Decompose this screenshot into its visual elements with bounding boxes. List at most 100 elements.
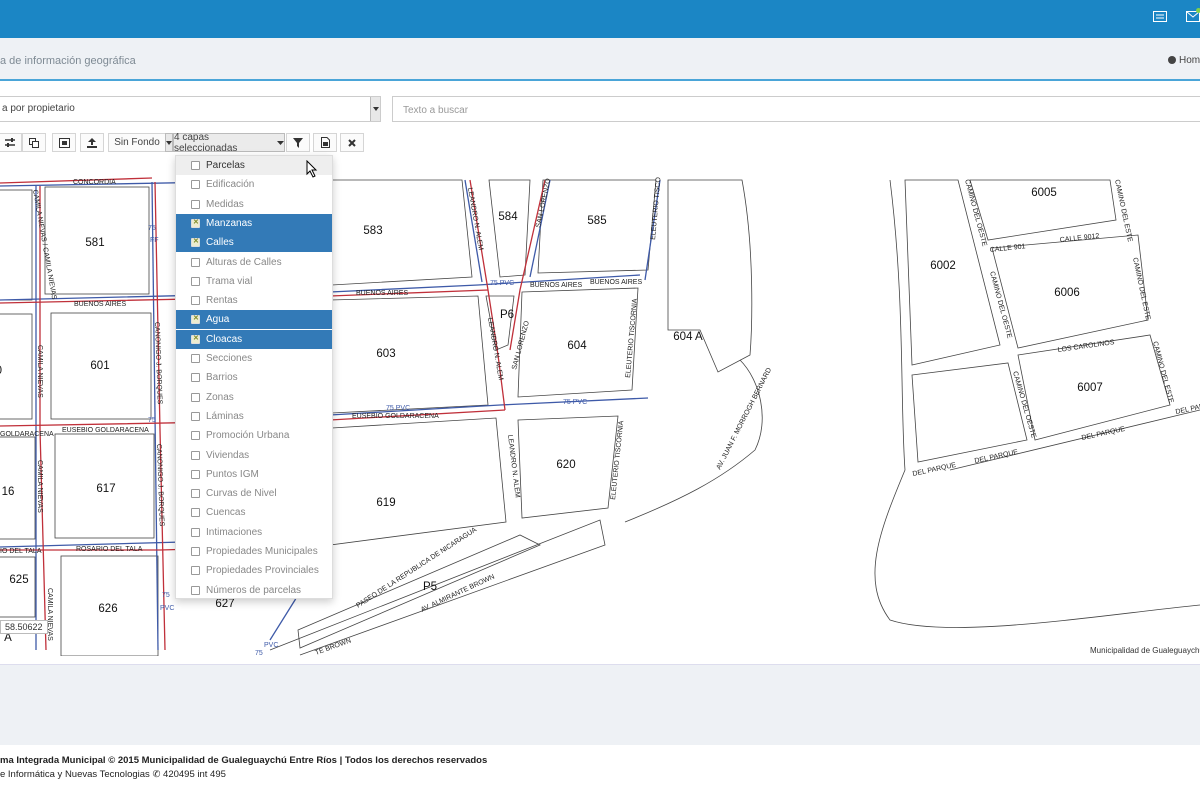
layer-checkbox[interactable] — [191, 489, 200, 499]
layer-item[interactable]: Puntos IGM — [176, 465, 332, 484]
street-label: CONCORDIA — [73, 179, 116, 186]
layer-checkbox[interactable] — [191, 469, 200, 479]
layer-label: Puntos IGM — [206, 468, 259, 480]
layer-label: Manzanas — [206, 217, 253, 229]
layers-button[interactable]: 4 capas seleccionadas — [173, 131, 285, 154]
sliders-button[interactable] — [0, 133, 22, 152]
page-title: a de información geográfica — [0, 55, 136, 67]
chevron-down-icon[interactable] — [370, 97, 380, 121]
layer-checkbox[interactable] — [191, 527, 200, 537]
layer-label: Cuencas — [206, 507, 246, 519]
background-select[interactable]: Sin Fondo — [108, 133, 166, 152]
layer-item[interactable]: Secciones — [176, 349, 332, 368]
block-shape[interactable] — [911, 362, 1028, 463]
layer-checkbox[interactable] — [191, 257, 200, 267]
clear-button[interactable] — [340, 133, 364, 152]
layer-item[interactable]: Edificación — [176, 175, 332, 194]
layer-checkbox[interactable] — [191, 218, 200, 228]
export-button[interactable] — [313, 133, 337, 152]
block-label: 6007 — [1077, 382, 1103, 394]
layer-label: Rentas — [206, 295, 238, 307]
block-shape[interactable] — [667, 179, 753, 373]
street-label: BUENOS AIRES — [530, 282, 582, 289]
layer-item[interactable]: Barrios — [176, 368, 332, 387]
pipe-label: PVC — [160, 605, 174, 612]
pipe-label: FF — [150, 237, 159, 244]
layer-item[interactable]: Intimaciones — [176, 523, 332, 542]
card-icon[interactable] — [1153, 11, 1167, 22]
layer-label: Agua — [206, 314, 230, 326]
footer-phone: 420495 int 495 — [163, 769, 226, 780]
block-shape[interactable] — [488, 179, 531, 278]
search-row: a por propietario — [0, 96, 1200, 122]
street-label: EUSEBIO GOLDARACENA — [352, 413, 439, 420]
layer-item[interactable]: Agua — [176, 310, 332, 330]
layer-item[interactable]: Cuencas — [176, 503, 332, 522]
block-shape[interactable] — [0, 313, 33, 420]
street-label: CAMILA NIEVAS — [36, 460, 43, 513]
block-label: 6005 — [1031, 187, 1057, 199]
block-shape[interactable] — [0, 556, 36, 618]
upload-button[interactable] — [80, 133, 104, 152]
block-shape[interactable] — [331, 179, 473, 286]
layer-label: Láminas — [206, 410, 244, 422]
layer-checkbox[interactable] — [191, 392, 200, 402]
layer-checkbox[interactable] — [191, 276, 200, 286]
block-label: 581 — [85, 237, 104, 249]
zoom-extent-button[interactable] — [52, 133, 76, 152]
layer-checkbox[interactable] — [191, 180, 200, 190]
block-shape[interactable] — [329, 295, 489, 414]
layer-item[interactable]: Alturas de Calles — [176, 253, 332, 272]
street-label: CAMINO DEL ESTE — [1113, 179, 1133, 243]
layer-label: Promoción Urbana — [206, 430, 290, 442]
layer-checkbox[interactable] — [191, 199, 200, 209]
layer-item[interactable]: Medidas — [176, 195, 332, 214]
layer-checkbox[interactable] — [191, 373, 200, 383]
layer-checkbox[interactable] — [191, 411, 200, 421]
search-input[interactable] — [401, 99, 1185, 121]
notification-dot — [1196, 8, 1200, 13]
top-navbar — [0, 0, 1200, 38]
layer-item[interactable]: Viviendas — [176, 446, 332, 465]
layer-checkbox[interactable] — [191, 334, 200, 344]
block-shape[interactable] — [329, 417, 507, 546]
filter-button[interactable] — [286, 133, 310, 152]
layer-checkbox[interactable] — [191, 161, 200, 170]
layer-item[interactable]: Trama vial — [176, 272, 332, 291]
layer-item[interactable]: Promoción Urbana — [176, 426, 332, 445]
layers-button-label: 4 capas seleccionadas — [174, 131, 238, 154]
layer-item[interactable]: Propiedades Municipales — [176, 542, 332, 561]
block-label: 0 — [0, 365, 2, 377]
layer-checkbox[interactable] — [191, 508, 200, 518]
layer-item[interactable]: Rentas — [176, 291, 332, 310]
layer-item[interactable]: Zonas — [176, 388, 332, 407]
search-type-select[interactable]: a por propietario — [0, 96, 381, 122]
layer-checkbox[interactable] — [191, 585, 200, 595]
layer-label: Alturas de Calles — [206, 256, 282, 268]
street-label: DEL PARQUE — [912, 462, 957, 478]
layer-label: Propiedades Municipales — [206, 546, 318, 557]
street-label: CAMILA NIEVAS — [36, 345, 43, 398]
block-shape[interactable] — [0, 189, 33, 301]
layer-item[interactable]: Manzanas — [176, 213, 332, 233]
filter-icon — [293, 137, 303, 148]
layer-item[interactable]: Propiedades Provinciales — [176, 561, 332, 580]
background-select-caret[interactable] — [165, 133, 173, 152]
layer-checkbox[interactable] — [191, 431, 200, 441]
dashboard-icon — [1168, 56, 1176, 64]
layer-checkbox[interactable] — [191, 450, 200, 460]
layer-checkbox[interactable] — [191, 237, 200, 248]
layer-checkbox[interactable] — [191, 547, 200, 556]
layer-item[interactable]: Curvas de Nivel — [176, 484, 332, 503]
layer-checkbox[interactable] — [191, 566, 200, 576]
copy-button[interactable] — [22, 133, 46, 152]
layer-item[interactable]: Calles — [176, 233, 332, 253]
layer-item[interactable]: Números de parcelas — [176, 581, 332, 600]
layer-item[interactable]: Láminas — [176, 407, 332, 426]
layer-checkbox[interactable] — [191, 314, 200, 325]
home-link[interactable]: Hom — [1168, 55, 1200, 66]
layer-checkbox[interactable] — [191, 296, 200, 306]
layer-item[interactable]: Cloacas — [176, 329, 332, 349]
block-label: 584 — [498, 211, 518, 223]
layer-checkbox[interactable] — [191, 354, 200, 363]
